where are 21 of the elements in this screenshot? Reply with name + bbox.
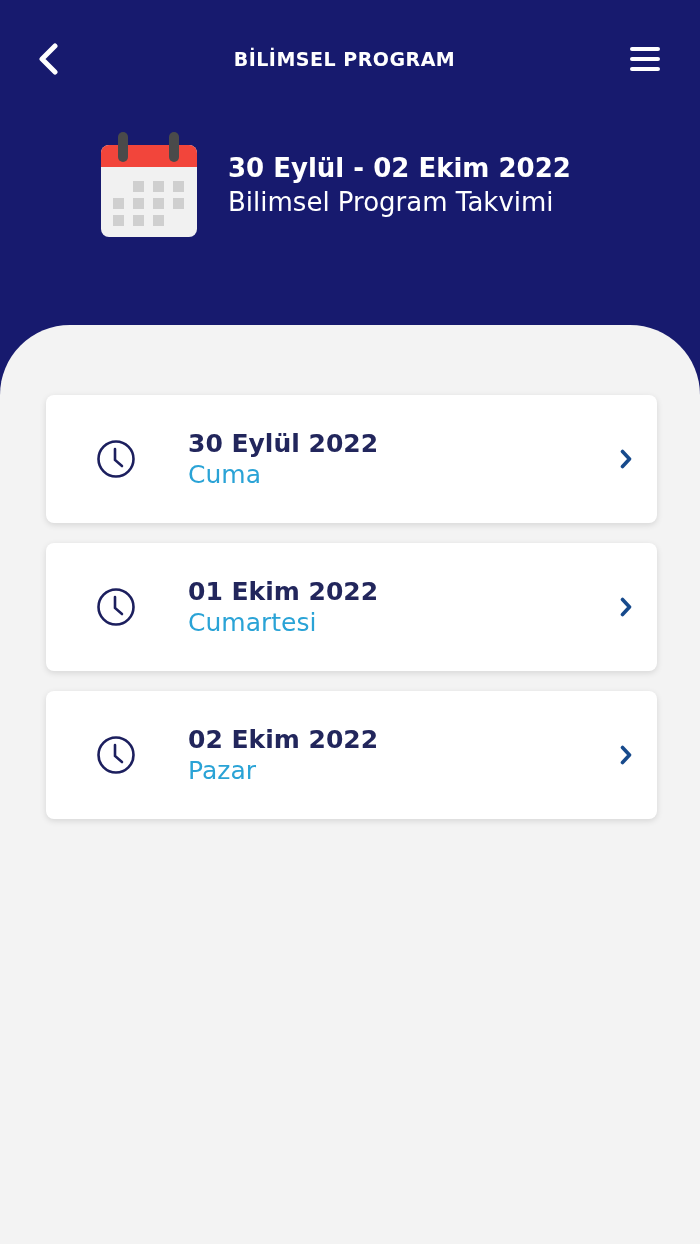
- day-date: 02 Ekim 2022: [188, 725, 380, 754]
- calendar-subtitle: Bilimsel Program Takvimi: [228, 187, 555, 217]
- weekday: Pazar: [188, 756, 257, 785]
- clock-icon: [96, 439, 136, 479]
- calendar-icon: [100, 131, 198, 239]
- day-date: 01 Ekim 2022: [188, 577, 380, 606]
- day-card[interactable]: 02 Ekim 2022 Pazar: [46, 691, 657, 819]
- clock-icon: [96, 735, 136, 775]
- day-card[interactable]: 01 Ekim 2022 Cumartesi: [46, 543, 657, 671]
- menu-icon[interactable]: [630, 46, 660, 72]
- page-title: BİLİMSEL PROGRAM: [233, 48, 456, 70]
- back-icon[interactable]: [37, 43, 59, 75]
- chevron-right-icon: [620, 449, 632, 469]
- day-card[interactable]: 30 Eylül 2022 Cuma: [46, 395, 657, 523]
- chevron-right-icon: [620, 745, 632, 765]
- date-range: 30 Eylül - 02 Ekim 2022: [228, 153, 571, 183]
- weekday: Cuma: [188, 460, 262, 489]
- day-date: 30 Eylül 2022: [188, 429, 380, 458]
- weekday: Cumartesi: [188, 608, 318, 637]
- chevron-right-icon: [620, 597, 632, 617]
- clock-icon: [96, 587, 136, 627]
